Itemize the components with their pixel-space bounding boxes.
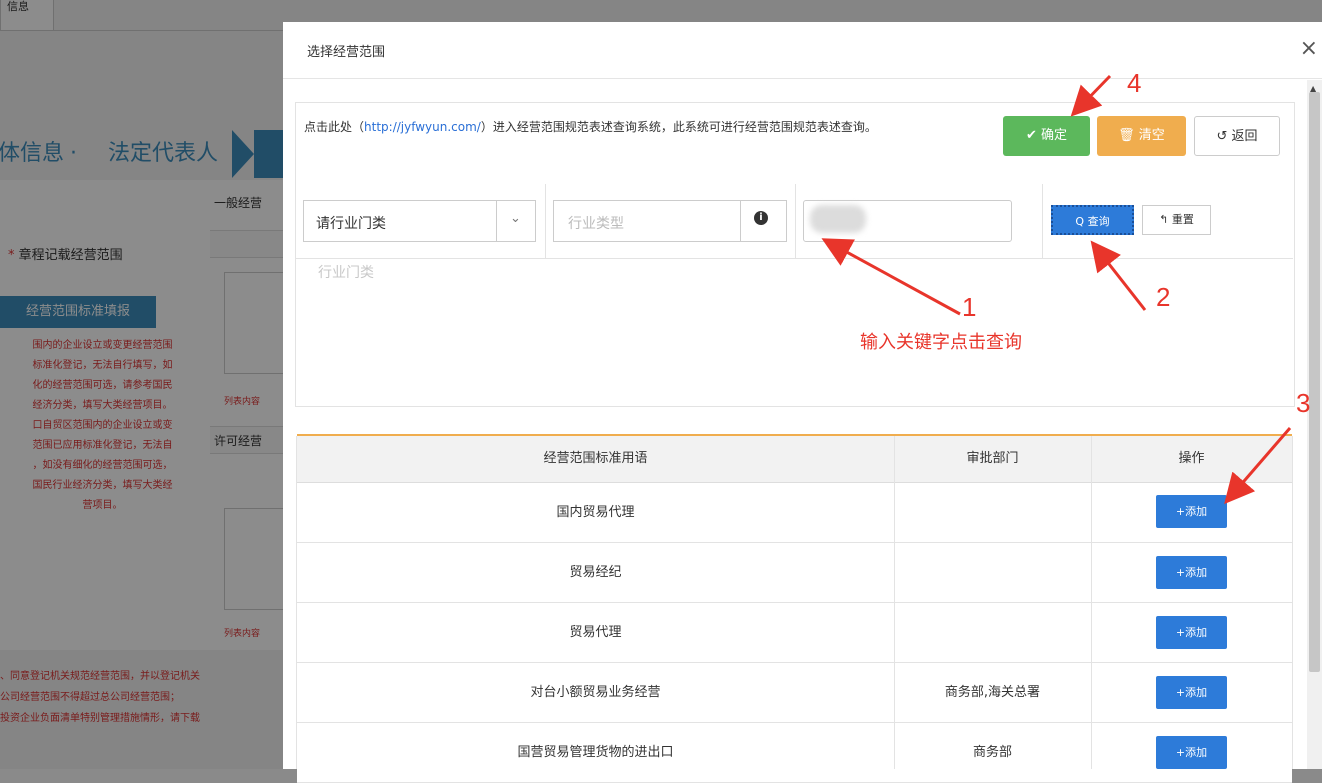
confirm-button[interactable]: ✔ 确定 [1003,116,1090,156]
clear-button[interactable]: 🗑 清空 [1097,116,1186,156]
query-button[interactable]: Q 查询 [1051,205,1134,235]
table-row: 贸易代理 [297,603,1292,663]
table-border [1292,436,1293,769]
industry-type-placeholder: 行业类型 [568,216,624,232]
info-icon[interactable]: i [754,211,768,225]
column-divider [894,436,895,769]
row-dept [894,483,1091,542]
search-divider [795,184,796,258]
row-term: 对台小额贸易业务经营 [530,685,661,700]
modal-scrollbar[interactable]: ▲ [1307,80,1322,769]
add-button[interactable]: +添加 [1156,736,1227,769]
query-system-link[interactable]: http://jyfwyun.com/ [364,120,481,134]
header-dept: 审批部门 [966,451,1019,466]
row-term: 国营贸易管理货物的进出口 [517,745,674,760]
input-separator [740,201,741,241]
row-term: 贸易经纪 [569,565,622,580]
blurred-keyword [810,205,866,233]
chevron-down-icon[interactable]: ⌄ [510,211,521,226]
table-header: 经营范围标准用语 审批部门 操作 [297,436,1292,483]
keyword-input[interactable] [803,200,1012,242]
row-dept [894,543,1091,602]
add-button[interactable]: +添加 [1156,616,1227,649]
table-row: 贸易经纪 [297,543,1292,603]
scrollbar-thumb[interactable] [1309,92,1320,672]
header-term: 经营范围标准用语 [543,451,648,466]
table-border [296,436,297,769]
add-button[interactable]: +添加 [1156,556,1227,589]
modal-header: 选择经营范围 × [283,22,1322,79]
row-term: 贸易代理 [569,625,622,640]
table-row: 对台小额贸易业务经营 商务部,海关总署 [297,663,1292,723]
search-divider [1042,184,1043,258]
industry-category-value: 请行业门类 [316,216,386,232]
table-row: 国内贸易代理 [297,483,1292,543]
search-divider [545,184,546,258]
row-dept: 商务部,海关总署 [944,685,1041,700]
column-divider [1091,436,1092,769]
row-dept [894,603,1091,662]
reset-button[interactable]: ↰ 重置 [1142,205,1211,235]
add-button[interactable]: +添加 [1156,676,1227,709]
annotation-number-2: 2 [1156,282,1171,312]
add-button[interactable]: +添加 [1156,495,1227,528]
table-row: 国营贸易管理货物的进出口 商务部 [297,723,1292,783]
header-action: 操作 [1178,451,1205,466]
select-separator [496,201,497,241]
annotation-number-4: 4 [1127,68,1142,98]
row-term: 国内贸易代理 [556,505,635,520]
annotation-number-1: 1 [962,292,977,322]
industry-type-input[interactable]: 行业类型 i [553,200,787,242]
info-text: 点击此处（http://jyfwyun.com/）进入经营范围规范表述查询系统，… [304,120,877,134]
back-button[interactable]: ↺ 返回 [1194,116,1280,156]
search-row-divider [296,258,1293,259]
annotation-number-3: 3 [1296,388,1311,418]
industry-hint: 行业门类 [318,265,374,281]
modal-title: 选择经营范围 [307,45,386,60]
close-icon[interactable]: × [1300,36,1318,61]
annotation-instruction: 输入关键字点击查询 [860,332,1022,352]
industry-category-select[interactable]: 请行业门类 ⌄ [303,200,536,242]
row-dept: 商务部 [972,745,1012,760]
